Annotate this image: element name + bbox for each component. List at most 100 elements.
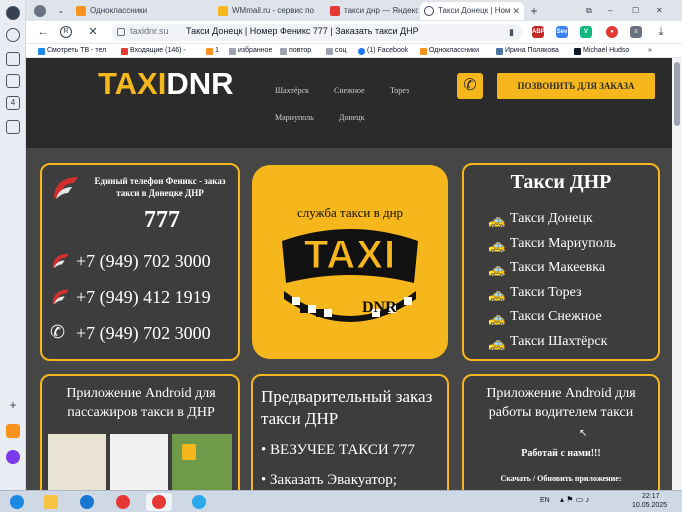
vpn-icon[interactable]: V [580, 26, 592, 38]
screenshot-icon[interactable] [6, 74, 20, 88]
windows-taskbar: EN ▴ ⚑ ▭ ♪ 22:17 10.05.2025 [0, 490, 682, 512]
gmail-icon [121, 48, 128, 55]
nav-link-mariupol[interactable]: Мариуполь [275, 113, 314, 122]
download-icon[interactable]: ⤓ [654, 25, 668, 39]
clock-time[interactable]: 22:17 [642, 493, 660, 500]
cities-list: 🚕 Такси Донецк 🚕 Такси Мариуполь 🚕 Такси Ма… [488, 211, 616, 358]
odnoklassniki-icon [420, 48, 427, 55]
bookmark-1[interactable]: 1 [206, 45, 219, 57]
tab-list-button[interactable]: ⌄ [54, 2, 68, 20]
collections-icon[interactable] [6, 120, 20, 134]
address-bar-row: ← R ✕ taxidnr.su Такси Донецк | Номер Фе… [26, 21, 682, 44]
tab-wmmail[interactable]: WMmail.ru - сервис по [214, 2, 324, 20]
page-scrollbar[interactable] [672, 58, 682, 490]
windows-icon [10, 495, 24, 509]
bookmark-vk[interactable]: Ирина Полякова [496, 45, 559, 57]
bookmark-odnoklassniki[interactable]: Одноклассники [420, 45, 479, 57]
phone-number-1[interactable]: +7 (949) 702 3000 [76, 251, 211, 272]
car-icon: 🚕 [488, 287, 506, 303]
stop-icon[interactable]: ✕ [86, 25, 100, 39]
android-driver-card: Приложение Android для работы водителем … [462, 374, 660, 504]
phone-number-2[interactable]: +7 (949) 412 1919 [76, 287, 211, 308]
adblock-icon[interactable]: ABP [532, 26, 545, 38]
lock-icon [117, 28, 125, 36]
mail-icon[interactable] [6, 424, 20, 438]
clock-date[interactable]: 10.05.2025 [632, 502, 667, 509]
downloads-icon[interactable]: 4 [6, 96, 20, 110]
phone-number-3[interactable]: +7 (949) 702 3000 [76, 323, 211, 344]
url-domain: taxidnr.su [130, 26, 169, 36]
maximize-icon[interactable]: ☐ [632, 2, 644, 20]
taskbar-chrome[interactable] [110, 493, 136, 511]
android-passenger-title: Приложение Android для пассажиров такси … [66, 386, 216, 420]
preorder-title: Предварительный заказ такси ДНР [261, 387, 433, 428]
bookmark-social[interactable]: соц [326, 45, 346, 57]
call-to-order-button[interactable]: ПОЗВОНИТЬ ДЛЯ ЗАКАЗА [497, 73, 655, 99]
preorder-bullet-1: • ВЕЗУЧЕЕ ТАКСИ 777 [261, 442, 415, 458]
sev-extension-icon[interactable]: Sev [556, 26, 568, 38]
short-number[interactable]: 777 [42, 207, 238, 234]
tab-odnoklassniki[interactable]: Одноклассники [72, 2, 212, 20]
taskbar-yandex-browser[interactable] [146, 493, 172, 511]
more-bookmarks-icon[interactable]: » [648, 45, 652, 57]
tab-taxi-donetsk[interactable]: Такси Донецк | Ном ✕ [420, 2, 524, 20]
address-field[interactable]: taxidnr.su Такси Донецк | Номер Феникс 7… [112, 24, 522, 41]
taskbar-telegram[interactable] [186, 493, 212, 511]
preorder-bullet-2[interactable]: • Заказать Эвакуатор; [261, 472, 397, 489]
tab-menu-button[interactable] [30, 2, 50, 20]
nav-link-shakhtersk[interactable]: Шахтёрск [275, 86, 309, 95]
alice-icon[interactable] [6, 450, 20, 464]
history-icon[interactable] [6, 28, 20, 42]
phone-icon[interactable]: ✆ [457, 73, 483, 99]
minimize-icon[interactable]: – [608, 2, 620, 20]
bookmark-inbox[interactable]: Входящие (146) - [121, 45, 186, 57]
app-screenshot-2 [110, 434, 168, 494]
taskbar-explorer[interactable] [38, 493, 64, 511]
back-icon[interactable]: ← [36, 25, 50, 39]
bookmark-tabs-icon[interactable]: ⧉ [586, 2, 598, 20]
yandex-home-icon[interactable]: R [60, 26, 72, 38]
tab-yandex[interactable]: такси днр — Яндекс на [326, 2, 418, 20]
record-icon[interactable]: ● [606, 26, 618, 38]
nav-link-donetsk[interactable]: Донецк [339, 113, 364, 122]
nav-link-snezhnoe[interactable]: Снежное [334, 86, 365, 95]
add-panel-icon[interactable]: + [6, 399, 20, 414]
bookmark-x[interactable]: Michael Hudso [574, 45, 629, 57]
taskbar-ie[interactable] [74, 493, 100, 511]
bookmark-tv[interactable]: Смотреть ТВ - тел [38, 45, 106, 57]
bookmark-favorites[interactable]: избранное [229, 45, 272, 57]
tabs-icon[interactable] [6, 52, 20, 66]
menu-lines-icon[interactable]: ≡ [630, 26, 642, 38]
wmmail-icon [218, 6, 228, 16]
folder-icon [206, 48, 213, 55]
profile-icon[interactable] [6, 6, 20, 20]
city-link-mariupol[interactable]: 🚕 Такси Мариуполь [488, 236, 616, 261]
city-link-snezhnoe[interactable]: 🚕 Такси Снежное [488, 309, 616, 334]
city-link-shakhtersk[interactable]: 🚕 Такси Шахтёрск [488, 334, 616, 359]
app-screenshots [48, 434, 234, 494]
chrome-icon [116, 495, 130, 509]
scroll-thumb[interactable] [674, 62, 680, 126]
site-header: TAXIDNR Шахтёрск Снежное Торез Мариуполь… [26, 58, 672, 148]
city-link-torez[interactable]: 🚕 Такси Торез [488, 285, 616, 310]
yandex-icon [152, 495, 166, 509]
download-app-text[interactable]: Скачать / Обновить приложение: [464, 474, 658, 483]
language-indicator[interactable]: EN [540, 497, 550, 504]
close-tab-icon[interactable]: ✕ [512, 2, 520, 20]
car-icon: 🚕 [488, 336, 506, 352]
nav-link-torez[interactable]: Торез [390, 86, 409, 95]
tray-icons[interactable]: ▴ ⚑ ▭ ♪ [560, 495, 589, 504]
logo-caption: служба такси в днр [296, 205, 404, 220]
bookmark-facebook[interactable]: (1) Facebook [358, 45, 408, 57]
close-window-icon[interactable]: ✕ [656, 2, 668, 20]
new-tab-button[interactable]: + [526, 2, 542, 20]
bookmark-icon[interactable]: ▮ [509, 27, 514, 38]
bookmark-repeat[interactable]: повтор [280, 45, 311, 57]
start-button[interactable] [4, 493, 30, 511]
page-content: Единый телефон Феникс - заказ такси в До… [26, 148, 672, 504]
url-page-title: Такси Донецк | Номер Феникс 777 | Заказа… [186, 26, 419, 36]
city-link-makeevka[interactable]: 🚕 Такси Макеевка [488, 260, 616, 285]
tab-label: Такси Донецк | Ном [438, 6, 511, 15]
city-link-donetsk[interactable]: 🚕 Такси Донецк [488, 211, 616, 236]
site-logo[interactable]: TAXIDNR [98, 66, 233, 102]
